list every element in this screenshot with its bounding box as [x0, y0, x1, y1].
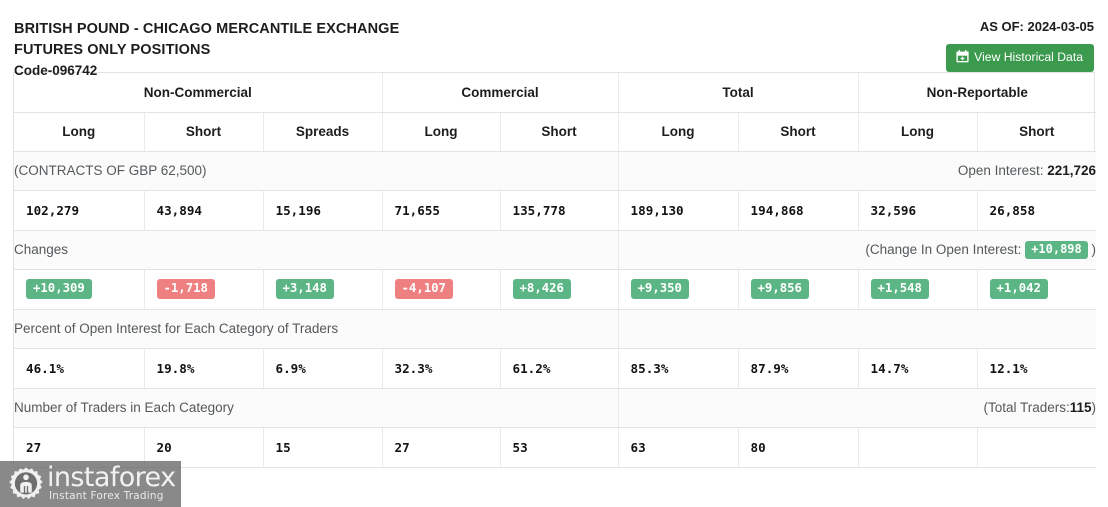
col-header-nr-short: Short: [977, 112, 1097, 152]
traders-c-long: 27: [382, 427, 501, 468]
traders-label-row: Number of Traders in Each Category (Tota…: [14, 388, 1097, 428]
percent-c-short: 61.2%: [500, 348, 619, 389]
total-traders-value: 115: [1069, 400, 1092, 415]
changes-label-row: Changes (Change In Open Interest: +10,89…: [14, 230, 1097, 270]
traders-nr-long: [858, 427, 978, 468]
total-traders-cell: (Total Traders:115): [618, 388, 1097, 428]
page-title-line-1: BRITISH POUND - CHICAGO MERCANTILE EXCHA…: [14, 21, 400, 37]
change-badge: -1,718: [156, 279, 215, 299]
change-badge: +1,042: [989, 279, 1048, 299]
percent-nc-spreads: 6.9%: [263, 348, 383, 389]
position-nc-long: 102,279: [14, 190, 145, 231]
percent-label: Percent of Open Interest for Each Catego…: [14, 309, 619, 349]
col-header-c-short: Short: [500, 112, 619, 152]
change-c-long: -4,107: [382, 269, 501, 310]
percent-c-long: 32.3%: [382, 348, 501, 389]
instaforex-logo-icon: [8, 466, 44, 507]
instaforex-brand-text: instaforex: [47, 462, 176, 493]
traders-nr-short: [977, 427, 1097, 468]
total-traders-label: (Total Traders:: [983, 400, 1070, 415]
changes-row: +10,309 -1,718 +3,148 -4,107 +8,426 +9,3…: [14, 269, 1097, 310]
change-nc-short: -1,718: [144, 269, 264, 310]
position-nr-long: 32,596: [858, 190, 978, 231]
view-historical-data-label: View Historical Data: [974, 50, 1083, 64]
change-nr-short: +1,042: [977, 269, 1097, 310]
instaforex-tagline: Instant Forex Trading: [49, 490, 164, 502]
change-nc-long: +10,309: [14, 269, 145, 310]
change-open-interest-badge: +10,898: [1025, 240, 1088, 259]
cot-table: Non-Commercial Commercial Total Non-Repo…: [14, 73, 1097, 468]
position-nr-short: 26,858: [977, 190, 1097, 231]
col-header-t-long: Long: [618, 112, 739, 152]
col-header-nr-long: Long: [858, 112, 978, 152]
traders-c-short: 53: [500, 427, 619, 468]
page-title-line-2: FUTURES ONLY POSITIONS: [14, 42, 211, 58]
contracts-unit-label: (CONTRACTS OF GBP 62,500): [14, 151, 619, 191]
percent-nr-long: 14.7%: [858, 348, 978, 389]
col-header-t-short: Short: [738, 112, 859, 152]
position-t-short: 194,868: [738, 190, 859, 231]
col-header-nc-short: Short: [144, 112, 264, 152]
contracts-open-interest-row: (CONTRACTS OF GBP 62,500) Open Interest:…: [14, 151, 1097, 191]
group-header-non-reportable: Non-Reportable: [858, 73, 1097, 113]
col-header-nc-spreads: Spreads: [263, 112, 383, 152]
change-badge: +3,148: [275, 279, 334, 299]
col-header-c-long: Long: [382, 112, 501, 152]
header-right: AS OF: 2024-03-05 View Historical Data: [946, 19, 1094, 72]
change-badge: -4,107: [394, 279, 453, 299]
instaforex-watermark: instaforex Instant Forex Trading: [0, 461, 181, 507]
open-interest-label: Open Interest:: [957, 163, 1044, 178]
cot-table-container: Non-Commercial Commercial Total Non-Repo…: [13, 72, 1097, 468]
traders-label: Number of Traders in Each Category: [14, 388, 619, 428]
change-nr-long: +1,548: [858, 269, 978, 310]
percent-t-short: 87.9%: [738, 348, 859, 389]
position-c-short: 135,778: [500, 190, 619, 231]
column-header-row: Long Short Spreads Long Short Long Short…: [14, 112, 1097, 152]
traders-nc-spreads: 15: [263, 427, 383, 468]
position-nc-short: 43,894: [144, 190, 264, 231]
as-of-date: AS OF: 2024-03-05: [979, 19, 1094, 34]
percent-nc-short: 19.8%: [144, 348, 264, 389]
change-c-short: +8,426: [500, 269, 619, 310]
view-historical-data-button[interactable]: View Historical Data: [946, 44, 1094, 72]
percent-label-row: Percent of Open Interest for Each Catego…: [14, 309, 1097, 349]
page-header: BRITISH POUND - CHICAGO MERCANTILE EXCHA…: [0, 0, 1108, 78]
change-open-interest-suffix: ): [1091, 241, 1097, 257]
col-header-nc-long: Long: [14, 112, 145, 152]
positions-row: 102,279 43,894 15,196 71,655 135,778 189…: [14, 190, 1097, 231]
open-interest-value: 221,726: [1047, 163, 1097, 178]
change-badge: +9,350: [630, 279, 689, 299]
traders-t-short: 80: [738, 427, 859, 468]
percent-row: 46.1% 19.8% 6.9% 32.3% 61.2% 85.3% 87.9%…: [14, 348, 1097, 389]
open-interest-cell: Open Interest: 221,726: [618, 151, 1097, 191]
title-block: BRITISH POUND - CHICAGO MERCANTILE EXCHA…: [14, 19, 399, 81]
calendar-icon: [956, 50, 969, 66]
group-header-commercial: Commercial: [382, 73, 619, 113]
change-badge: +9,856: [750, 279, 809, 299]
change-badge: +10,309: [26, 279, 92, 299]
changes-label: Changes: [14, 230, 619, 270]
percent-label-spacer: [618, 309, 1097, 349]
percent-nc-long: 46.1%: [14, 348, 145, 389]
change-nc-spreads: +3,148: [263, 269, 383, 310]
group-header-total: Total: [618, 73, 859, 113]
percent-nr-short: 12.1%: [977, 348, 1097, 389]
position-nc-spreads: 15,196: [263, 190, 383, 231]
change-t-short: +9,856: [738, 269, 859, 310]
change-open-interest-label: (Change In Open Interest:: [865, 241, 1022, 257]
change-open-interest-cell: (Change In Open Interest: +10,898 ): [618, 230, 1097, 270]
position-t-long: 189,130: [618, 190, 739, 231]
contract-code: Code-096742: [14, 63, 98, 78]
total-traders-suffix: ): [1091, 400, 1097, 415]
traders-t-long: 63: [618, 427, 739, 468]
change-t-long: +9,350: [618, 269, 739, 310]
change-badge: +1,548: [870, 279, 929, 299]
change-badge: +8,426: [512, 279, 571, 299]
percent-t-long: 85.3%: [618, 348, 739, 389]
position-c-long: 71,655: [382, 190, 501, 231]
